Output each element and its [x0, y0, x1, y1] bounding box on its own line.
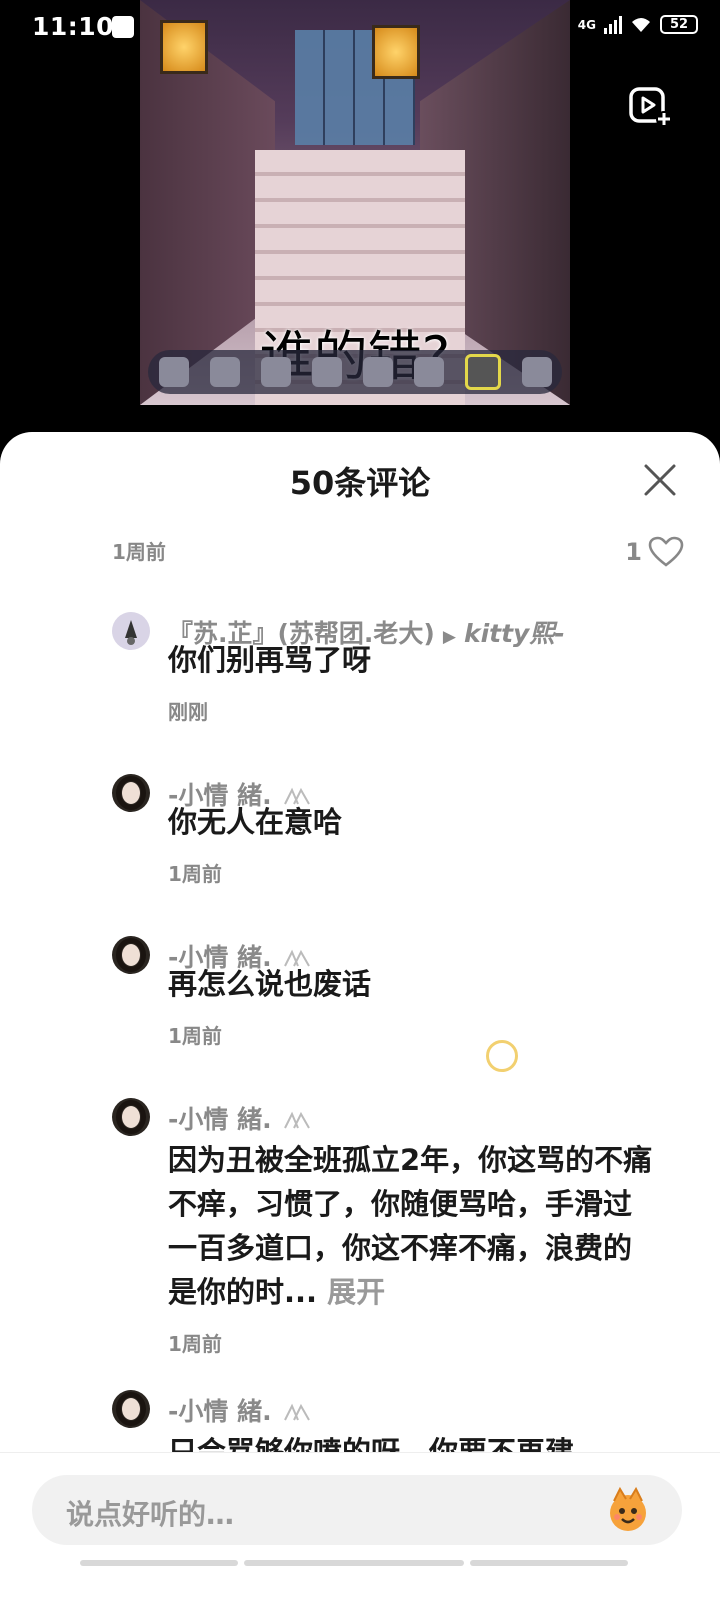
- avatar[interactable]: [112, 1098, 150, 1136]
- comment-author[interactable]: -小情 緒.: [168, 1397, 272, 1426]
- comment-text: 因为丑被全班孤立2年，你这骂的不痛不痒，习惯了，你随便骂哈，手滑过一百多道口，你…: [168, 1138, 658, 1314]
- avatar[interactable]: [112, 936, 150, 974]
- comment-sheet: 50条评论 1周前 1 『苏.芷』(苏帮团.老大) ▶ kitty熙- 你们别再骂了…: [0, 432, 720, 1600]
- wifi-icon: [632, 17, 650, 32]
- signal-4g-icon: [604, 15, 622, 34]
- comment-input-bar: 说点好听的…: [0, 1452, 720, 1601]
- user-badge-icon: [284, 1111, 311, 1129]
- game-hotbar: [148, 350, 562, 394]
- comment-text: 你们别再骂了呀: [168, 643, 372, 677]
- nav-hint-bar: [470, 1560, 628, 1566]
- add-video-icon[interactable]: [628, 84, 672, 128]
- comment-time: 1周前: [112, 540, 166, 564]
- avatar[interactable]: [112, 774, 150, 812]
- battery-icon: 52: [660, 15, 698, 34]
- lamp-icon: [160, 20, 208, 74]
- comment-item[interactable]: -小情 緒. 再怎么说也废话 1周前: [112, 936, 660, 1066]
- hotbar-slot: [260, 357, 291, 387]
- nav-hint-bar: [244, 1560, 464, 1566]
- hotbar-slot: [209, 357, 240, 387]
- avatar[interactable]: [112, 1390, 150, 1428]
- loading-spinner-icon: [486, 1040, 518, 1072]
- lamp-icon: [372, 25, 420, 79]
- hotbar-slot: [413, 357, 444, 387]
- emoji-sticker-icon[interactable]: [600, 1483, 656, 1539]
- heart-icon: [648, 536, 684, 567]
- comment-item[interactable]: 『苏.芷』(苏帮团.老大) ▶ kitty熙- 你们别再骂了呀 刚刚: [112, 612, 660, 742]
- comment-input[interactable]: 说点好听的…: [32, 1475, 682, 1545]
- video-player[interactable]: 谁的错?: [140, 0, 570, 405]
- expand-link[interactable]: 展开: [327, 1275, 385, 1309]
- comment-author[interactable]: -小情 緒.: [168, 1105, 272, 1134]
- comment-input-placeholder: 说点好听的…: [66, 1498, 235, 1531]
- hotbar-slot: [362, 357, 393, 387]
- avatar[interactable]: [112, 612, 150, 650]
- hotbar-slot: [311, 357, 342, 387]
- comment-text: 再怎么说也废话: [168, 967, 372, 1001]
- comment-item[interactable]: -小情 緒. 你无人在意哈 1周前: [112, 774, 660, 904]
- status-time: 11:10: [32, 12, 115, 41]
- net-4g-label: 4G: [577, 17, 596, 32]
- comment-count-title: 50条评论: [289, 464, 431, 502]
- user-badge-icon: [284, 1403, 311, 1421]
- video-call-icon: [112, 16, 134, 38]
- parent-comment-meta: 1周前 1: [112, 536, 684, 572]
- close-icon[interactable]: [640, 460, 680, 500]
- comment-text: 你无人在意哈: [168, 805, 343, 839]
- nav-hint-bar: [80, 1560, 238, 1566]
- comment-time: 1周前: [168, 1024, 222, 1048]
- hotbar-slot-selected: [464, 354, 501, 390]
- comment-username[interactable]: -小情 緒.: [168, 1100, 312, 1136]
- comment-time: 1周前: [168, 862, 222, 886]
- comment-time: 刚刚: [168, 700, 208, 724]
- hotbar-slot: [521, 357, 552, 387]
- comment-body: 因为丑被全班孤立2年，你这骂的不痛不痒，习惯了，你随便骂哈，手滑过一百多道口，你…: [168, 1143, 653, 1309]
- comment-username[interactable]: -小情 緒.: [168, 1392, 312, 1428]
- hotbar-slot: [158, 357, 189, 387]
- comment-time: 1周前: [168, 1332, 222, 1356]
- comment-item[interactable]: -小情 緒. 因为丑被全班孤立2年，你这骂的不痛不痒，习惯了，你随便骂哈，手滑过…: [112, 1098, 660, 1368]
- like-button[interactable]: 1: [625, 536, 684, 568]
- like-count: 1: [625, 538, 642, 566]
- avatar-figure-icon: [125, 620, 137, 645]
